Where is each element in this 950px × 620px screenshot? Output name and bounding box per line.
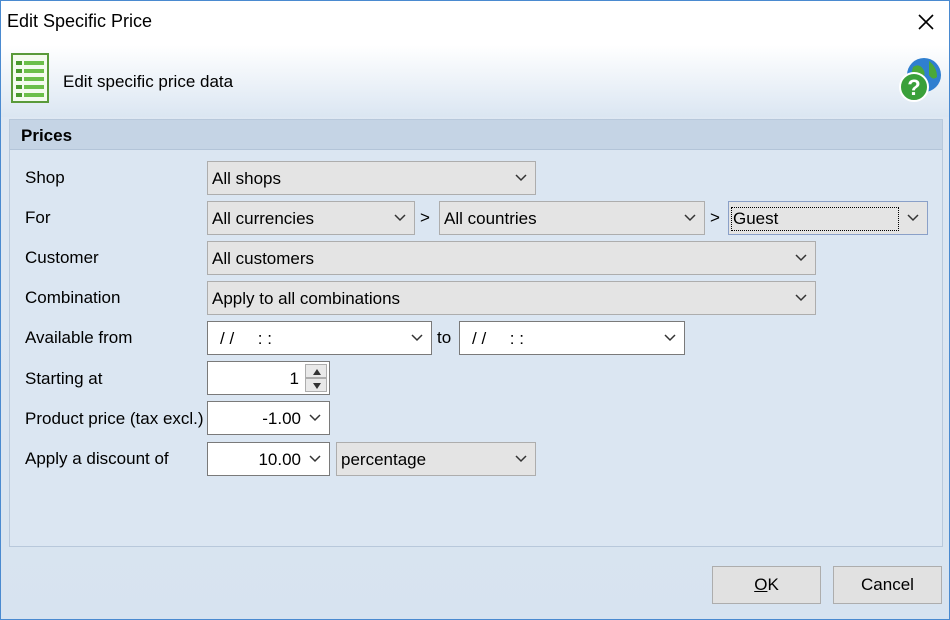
svg-text:?: ? bbox=[907, 75, 920, 100]
from-date-value: / / : : bbox=[220, 329, 272, 348]
chevron-down-icon bbox=[795, 294, 807, 302]
starting-at-label: Starting at bbox=[25, 369, 103, 388]
cancel-button[interactable]: Cancel bbox=[833, 566, 942, 604]
chevron-down-icon bbox=[795, 254, 807, 262]
group-value: Guest bbox=[731, 207, 899, 231]
customer-label: Customer bbox=[25, 248, 99, 267]
to-label: to bbox=[437, 328, 452, 347]
ok-button[interactable]: OK bbox=[712, 566, 821, 604]
close-button[interactable] bbox=[913, 9, 939, 35]
spin-down-button[interactable] bbox=[305, 378, 327, 392]
shop-select[interactable]: All shops bbox=[207, 161, 536, 195]
product-price-value: -1.00 bbox=[262, 409, 301, 428]
chevron-down-icon bbox=[515, 455, 527, 463]
chevron-down-icon bbox=[684, 214, 696, 222]
discount-label: Apply a discount of bbox=[25, 449, 169, 468]
starting-at-value: 1 bbox=[289, 369, 299, 388]
group-title: Prices bbox=[21, 126, 73, 145]
ok-label-rest: K bbox=[767, 575, 779, 594]
title-bar: Edit Specific Price bbox=[1, 1, 949, 45]
header-text: Edit specific price data bbox=[63, 72, 234, 91]
customer-value: All customers bbox=[212, 249, 315, 268]
chevron-down-icon bbox=[394, 214, 406, 222]
currency-value: All currencies bbox=[212, 209, 315, 228]
chevron-down-icon bbox=[907, 214, 919, 222]
shop-value: All shops bbox=[212, 169, 281, 188]
dialog-window: Edit Specific Price Edit specific price … bbox=[0, 0, 950, 620]
caret-up-icon bbox=[313, 369, 321, 375]
country-select[interactable]: All countries bbox=[439, 201, 705, 235]
to-date-picker[interactable]: / / : : bbox=[459, 321, 685, 355]
chevron-down-icon bbox=[411, 334, 423, 342]
separator-gt: > bbox=[420, 208, 430, 227]
combination-select[interactable]: Apply to all combinations bbox=[207, 281, 816, 315]
window-title: Edit Specific Price bbox=[7, 11, 153, 31]
starting-at-stepper[interactable]: 1 bbox=[207, 361, 330, 395]
chevron-down-icon bbox=[664, 334, 676, 342]
dialog-header: Edit specific price data ? bbox=[1, 45, 949, 117]
currency-select[interactable]: All currencies bbox=[207, 201, 415, 235]
available-from-label: Available from bbox=[25, 328, 133, 347]
chevron-down-icon bbox=[309, 455, 321, 463]
to-date-value: / / : : bbox=[472, 329, 524, 348]
product-price-select[interactable]: -1.00 bbox=[207, 401, 330, 435]
chevron-down-icon bbox=[515, 174, 527, 182]
close-icon bbox=[918, 14, 934, 30]
caret-down-icon bbox=[313, 383, 321, 389]
spin-up-button[interactable] bbox=[305, 364, 327, 378]
discount-value-select[interactable]: 10.00 bbox=[207, 442, 330, 476]
product-price-label: Product price (tax excl.) bbox=[25, 409, 204, 428]
discount-value: 10.00 bbox=[258, 450, 301, 469]
prices-group: Prices Shop All shops For All currencies… bbox=[9, 119, 943, 547]
separator-gt: > bbox=[710, 208, 720, 227]
document-list-icon bbox=[11, 53, 49, 108]
for-label: For bbox=[25, 208, 51, 227]
group-select[interactable]: Guest bbox=[728, 201, 928, 235]
discount-type-value: percentage bbox=[341, 450, 427, 469]
country-value: All countries bbox=[444, 209, 537, 228]
from-date-picker[interactable]: / / : : bbox=[207, 321, 432, 355]
chevron-down-icon bbox=[309, 414, 321, 422]
customer-select[interactable]: All customers bbox=[207, 241, 816, 275]
group-header: Prices bbox=[10, 120, 942, 150]
ok-mnemonic: O bbox=[754, 575, 768, 594]
shop-label: Shop bbox=[25, 168, 65, 187]
combination-label: Combination bbox=[25, 288, 121, 307]
combination-value: Apply to all combinations bbox=[212, 289, 401, 308]
cancel-label: Cancel bbox=[861, 575, 914, 594]
spinner bbox=[305, 364, 327, 392]
help-globe-icon[interactable]: ? bbox=[897, 55, 943, 110]
discount-type-select[interactable]: percentage bbox=[336, 442, 536, 476]
